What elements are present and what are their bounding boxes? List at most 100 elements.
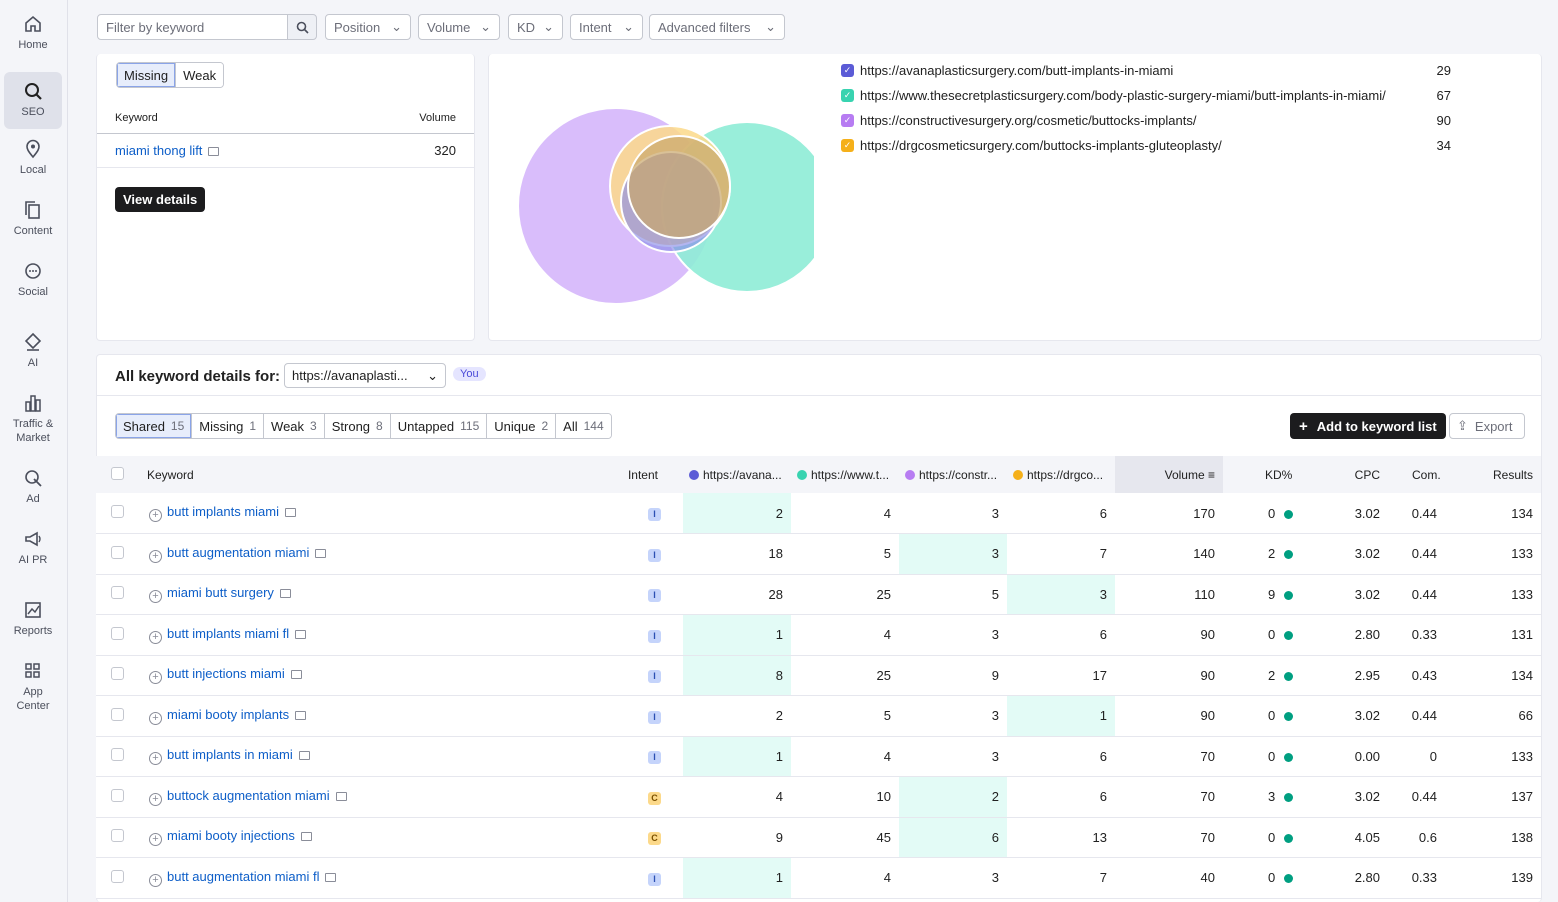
kd-value: 0 xyxy=(1268,748,1276,764)
add-keyword-icon[interactable]: + xyxy=(149,792,162,806)
add-keyword-icon[interactable]: + xyxy=(149,630,162,644)
tab-untapped[interactable]: Untapped 115 xyxy=(390,414,488,438)
grid-icon xyxy=(22,660,44,682)
tab-missing[interactable]: Missing 1 xyxy=(192,414,265,438)
nav-item-label: Ad xyxy=(26,493,40,505)
add-keyword-icon[interactable]: + xyxy=(149,590,162,604)
tab-weak[interactable]: Weak 3 xyxy=(264,414,325,438)
nav-item-seo[interactable]: SEO xyxy=(4,72,62,129)
add-keyword-icon[interactable]: + xyxy=(149,509,162,522)
tab-shared[interactable]: Shared 15 xyxy=(116,414,193,438)
checkbox-checked-icon[interactable]: ✓ xyxy=(841,89,854,102)
nav-item-reports[interactable]: Reports xyxy=(4,599,62,638)
tab-all[interactable]: All 144 xyxy=(556,414,611,438)
results-cell: 139 xyxy=(1453,857,1541,899)
col-header-d4[interactable]: https://drgco... xyxy=(1007,456,1115,493)
keyword-link[interactable]: miami butt surgery xyxy=(167,585,274,600)
intent-badge: I xyxy=(648,710,661,724)
kd-value: 0 xyxy=(1268,505,1276,521)
gap-keyword-link[interactable]: miami thong lift xyxy=(115,143,202,158)
nav-item-social[interactable]: Social xyxy=(4,260,62,299)
results-cell: 131 xyxy=(1453,614,1541,656)
col-header-intent[interactable]: Intent xyxy=(535,456,683,493)
row-checkbox[interactable] xyxy=(111,829,124,843)
add-keyword-icon[interactable]: + xyxy=(149,833,162,847)
checkbox-checked-icon[interactable]: ✓ xyxy=(841,114,854,127)
add-keyword-icon[interactable]: + xyxy=(149,549,162,563)
row-checkbox[interactable] xyxy=(111,707,124,721)
intent-badge: C xyxy=(648,791,661,805)
add-keyword-icon[interactable]: + xyxy=(149,873,162,887)
serp-features-icon xyxy=(315,548,327,558)
nav-item-label: Home xyxy=(18,39,48,51)
tab-unique[interactable]: Unique 2 xyxy=(487,414,557,438)
nav-item-home[interactable]: Home xyxy=(4,13,62,52)
nav-item-ad[interactable]: Ad xyxy=(4,467,62,506)
tab-weak[interactable]: Weak xyxy=(176,63,224,87)
select-all-checkbox[interactable] xyxy=(111,466,124,480)
cpc-cell: 3.02 xyxy=(1295,695,1388,737)
com-cell: 0.44 xyxy=(1388,493,1453,534)
col-header-d1[interactable]: https://avana... xyxy=(683,456,791,493)
col-header-volume[interactable]: Volume ≡ xyxy=(1115,456,1223,493)
nav-item-app-center[interactable]: App Center xyxy=(4,660,62,713)
row-checkbox[interactable] xyxy=(111,626,124,640)
keyword-link[interactable]: butt augmentation miami fl xyxy=(167,869,319,884)
checkbox-checked-icon[interactable]: ✓ xyxy=(841,139,854,152)
col-header-keyword[interactable]: Keyword xyxy=(139,456,535,493)
intent-filter[interactable]: Intent ⌄ xyxy=(570,14,643,40)
position-filter[interactable]: Position ⌄ xyxy=(325,14,411,40)
kd-filter[interactable]: KD ⌄ xyxy=(508,14,563,40)
keyword-link[interactable]: butt injections miami xyxy=(167,666,285,681)
nav-item-content[interactable]: Content xyxy=(4,199,62,238)
advanced-filters[interactable]: Advanced filters ⌄ xyxy=(649,14,785,40)
keyword-link[interactable]: butt implants miami fl xyxy=(167,626,289,641)
nav-item-ai[interactable]: AI xyxy=(4,331,62,370)
row-checkbox[interactable] xyxy=(111,869,124,883)
add-keyword-icon[interactable]: + xyxy=(149,752,162,766)
row-checkbox[interactable] xyxy=(111,505,124,518)
volume-filter[interactable]: Volume ⌄ xyxy=(418,14,500,40)
search-button[interactable] xyxy=(287,14,317,40)
table-row: + buttock augmentation miami C 4 10 2 6 70 3 3.02… xyxy=(96,776,1541,818)
nav-item-local[interactable]: Local xyxy=(4,138,62,177)
add-to-keyword-list-button[interactable]: + Add to keyword list xyxy=(1290,413,1446,439)
view-details-button[interactable]: View details xyxy=(115,187,206,212)
row-checkbox[interactable] xyxy=(111,667,124,681)
row-checkbox[interactable] xyxy=(111,586,124,600)
add-keyword-icon[interactable]: + xyxy=(149,711,162,725)
position-cell: 3 xyxy=(899,857,1007,899)
nav-item-label: Content xyxy=(13,225,53,237)
row-checkbox[interactable] xyxy=(111,748,124,762)
export-icon: ⇪ xyxy=(1457,418,1468,433)
keyword-link[interactable]: buttock augmentation miami xyxy=(167,788,330,803)
domain-select[interactable]: https://avanaplasti... ⌄ xyxy=(284,363,446,388)
nav-item-ai-pr[interactable]: AI PR xyxy=(4,528,62,567)
results-cell: 138 xyxy=(1453,817,1541,858)
tab-missing[interactable]: Missing xyxy=(117,63,177,87)
col-header-kd[interactable]: KD% xyxy=(1223,456,1295,493)
col-header-select[interactable] xyxy=(96,456,139,493)
add-keyword-icon[interactable]: + xyxy=(149,671,162,685)
col-header-results[interactable]: Results xyxy=(1453,456,1541,493)
row-checkbox[interactable] xyxy=(111,545,124,559)
keyword-link[interactable]: butt implants in miami xyxy=(167,747,293,762)
nav-item-traffic-market[interactable]: Traffic & Market xyxy=(4,392,62,445)
tab-strong[interactable]: Strong 8 xyxy=(324,414,391,438)
col-header-d3[interactable]: https://constr... xyxy=(899,456,1007,493)
keyword-link[interactable]: butt implants miami xyxy=(167,504,279,519)
col-header-com[interactable]: Com. xyxy=(1388,456,1453,493)
keyword-link[interactable]: butt augmentation miami xyxy=(167,545,309,560)
tab-count: 2 xyxy=(541,419,549,433)
tab-label: Unique xyxy=(494,418,536,434)
legend-count: 29 xyxy=(1436,63,1451,78)
row-checkbox[interactable] xyxy=(111,788,124,802)
export-button[interactable]: ⇪ Export xyxy=(1449,413,1525,439)
intent-badge: I xyxy=(648,548,661,562)
col-header-cpc[interactable]: CPC xyxy=(1295,456,1388,493)
keyword-link[interactable]: miami booty injections xyxy=(167,828,295,843)
checkbox-checked-icon[interactable]: ✓ xyxy=(841,64,854,77)
keyword-filter-input[interactable]: Filter by keyword xyxy=(97,14,288,40)
col-header-d2[interactable]: https://www.t... xyxy=(791,456,899,493)
keyword-link[interactable]: miami booty implants xyxy=(167,707,289,722)
